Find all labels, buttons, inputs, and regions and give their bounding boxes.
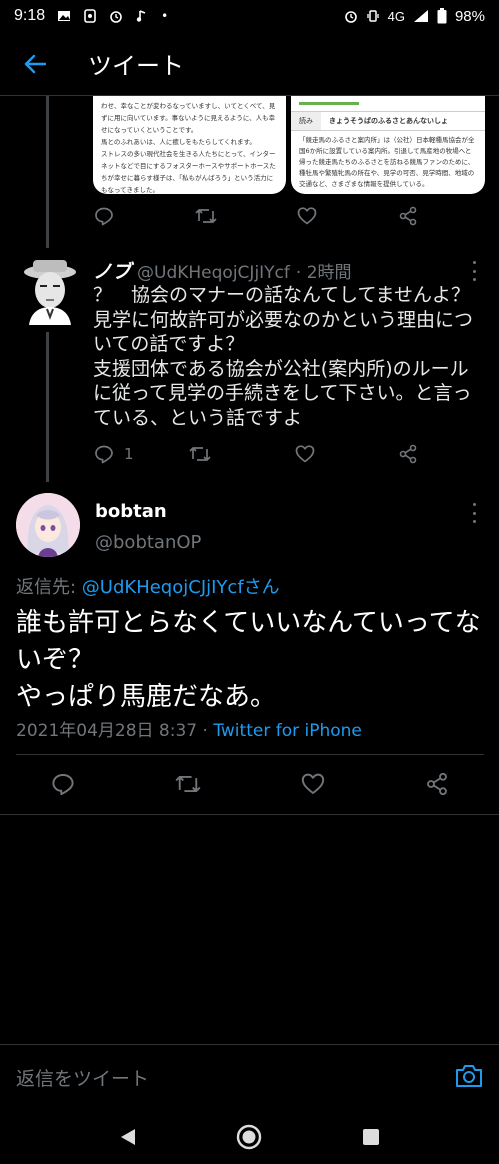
status-bar: 9:18 • 4G 98%	[0, 0, 499, 32]
app-icon	[84, 9, 96, 23]
back-button[interactable]	[0, 32, 70, 96]
thread-line	[46, 96, 49, 248]
reply-button[interactable]	[94, 206, 114, 226]
image-heading: きょうそうばのふるさとあんないしょ	[329, 117, 448, 125]
retweet-button[interactable]	[195, 206, 217, 226]
replying-prefix: 返信先:	[16, 577, 82, 598]
like-icon	[301, 773, 325, 794]
tweet-image-left[interactable]: わせ、幸なことが変わるなっていますし、いてとくべて、見ずに用に向いています。事な…	[93, 96, 286, 194]
reply-input-placeholder[interactable]: 返信をツイート	[16, 1064, 149, 1091]
status-dot: •	[161, 9, 169, 23]
app-header: ツイート	[0, 32, 499, 96]
like-button[interactable]	[301, 772, 325, 796]
avatar-portrait	[24, 260, 76, 325]
tweet-timestamp[interactable]: 2021年04月28日 8:37 ·	[16, 721, 213, 741]
tweet-actions: 1	[94, 444, 418, 464]
gallery-icon	[58, 11, 71, 21]
avatar[interactable]	[16, 493, 80, 557]
avatar[interactable]	[21, 257, 79, 325]
more-options-button[interactable]	[466, 503, 482, 523]
author-name[interactable]: bobtan	[95, 501, 167, 522]
tweet-text: 誰も許可とらなくていいなんていってないぞ？ やっぱり馬鹿だなあ。	[16, 608, 481, 712]
page-title: ツイート	[88, 52, 184, 80]
reply-icon	[95, 207, 113, 226]
tweet-image-right[interactable]: 読み きょうそうばのふるさとあんないしょ 「競走馬のふるさと案内所」は（公社）日…	[291, 96, 485, 194]
divider	[0, 814, 499, 815]
battery-level: 98%	[454, 7, 485, 25]
divider	[16, 754, 484, 755]
share-button[interactable]	[425, 772, 449, 796]
thread-line	[46, 332, 49, 482]
share-icon	[399, 206, 417, 226]
more-options-button[interactable]	[466, 261, 482, 281]
tweet-source[interactable]: Twitter for iPhone	[213, 721, 362, 741]
like-button[interactable]	[295, 444, 315, 464]
music-note-icon	[136, 10, 146, 22]
image-accent-bar	[299, 102, 359, 105]
status-time: 9:18	[14, 7, 46, 24]
share-icon	[399, 444, 417, 464]
back-arrow-icon	[24, 54, 46, 73]
reply-time: · 2時間	[295, 263, 352, 283]
image-text: 「競走馬のふるさと案内所」は（公社）日本軽種馬協会が全国6か所に設置している案内…	[299, 136, 475, 188]
more-icon	[472, 503, 476, 506]
signal-icon	[413, 10, 428, 22]
reply-button[interactable]	[51, 772, 75, 796]
retweet-button[interactable]	[189, 444, 211, 464]
battery-icon	[437, 8, 447, 24]
reply-tweet-text: ？ 協会のマナーの話なんてしてませんよ？ 見学に何故許可が必要なのかという理由に…	[93, 284, 474, 429]
network-label: 4G	[387, 8, 405, 24]
like-button[interactable]	[297, 206, 317, 226]
reply-tweet-header: ノブ @UdKHeqojCJjIYcf · 2時間	[93, 257, 473, 284]
reply-icon	[95, 445, 113, 464]
image-label: 読み	[291, 112, 321, 130]
image-text: わせ、幸なことが変わるなっていますし、いてとくべて、見ずに用に向いています。事な…	[101, 102, 276, 194]
like-icon	[297, 207, 317, 225]
retweet-button[interactable]	[175, 772, 201, 796]
system-nav-bar	[0, 1110, 499, 1164]
tweet-actions	[94, 206, 418, 226]
share-icon	[427, 772, 447, 796]
avatar-portrait	[16, 493, 80, 557]
share-button[interactable]	[398, 444, 418, 464]
camera-icon	[456, 1064, 482, 1087]
replying-to-link[interactable]: @UdKHeqojCJjIYcfさん	[82, 577, 280, 598]
nav-home-icon[interactable]	[235, 1123, 263, 1151]
nav-recents-icon[interactable]	[362, 1128, 380, 1146]
more-icon	[472, 261, 476, 264]
reply-icon	[52, 774, 74, 796]
reply-author-handle[interactable]: @UdKHeqojCJjIYcf	[137, 263, 290, 283]
alarm-icon	[344, 11, 357, 23]
reply-author-name[interactable]: ノブ	[93, 257, 131, 284]
retweet-icon	[195, 209, 217, 223]
author-handle[interactable]: @bobtanOP	[95, 532, 201, 553]
reply-composer[interactable]: 返信をツイート	[0, 1044, 499, 1110]
retweet-icon	[175, 775, 201, 793]
main-tweet-actions	[51, 772, 449, 796]
camera-button[interactable]	[455, 1064, 483, 1092]
replying-to: 返信先: @UdKHeqojCJjIYcfさん	[16, 573, 280, 599]
reply-button[interactable]: 1	[94, 444, 134, 464]
vibrate-icon	[366, 10, 379, 22]
share-button[interactable]	[398, 206, 418, 226]
reply-count: 1	[124, 445, 134, 463]
like-icon	[295, 445, 314, 463]
alarm-icon	[110, 11, 122, 23]
tweet-meta: 2021年04月28日 8:37 · Twitter for iPhone	[16, 716, 362, 741]
retweet-icon	[189, 447, 211, 461]
nav-back-icon[interactable]	[119, 1127, 137, 1147]
